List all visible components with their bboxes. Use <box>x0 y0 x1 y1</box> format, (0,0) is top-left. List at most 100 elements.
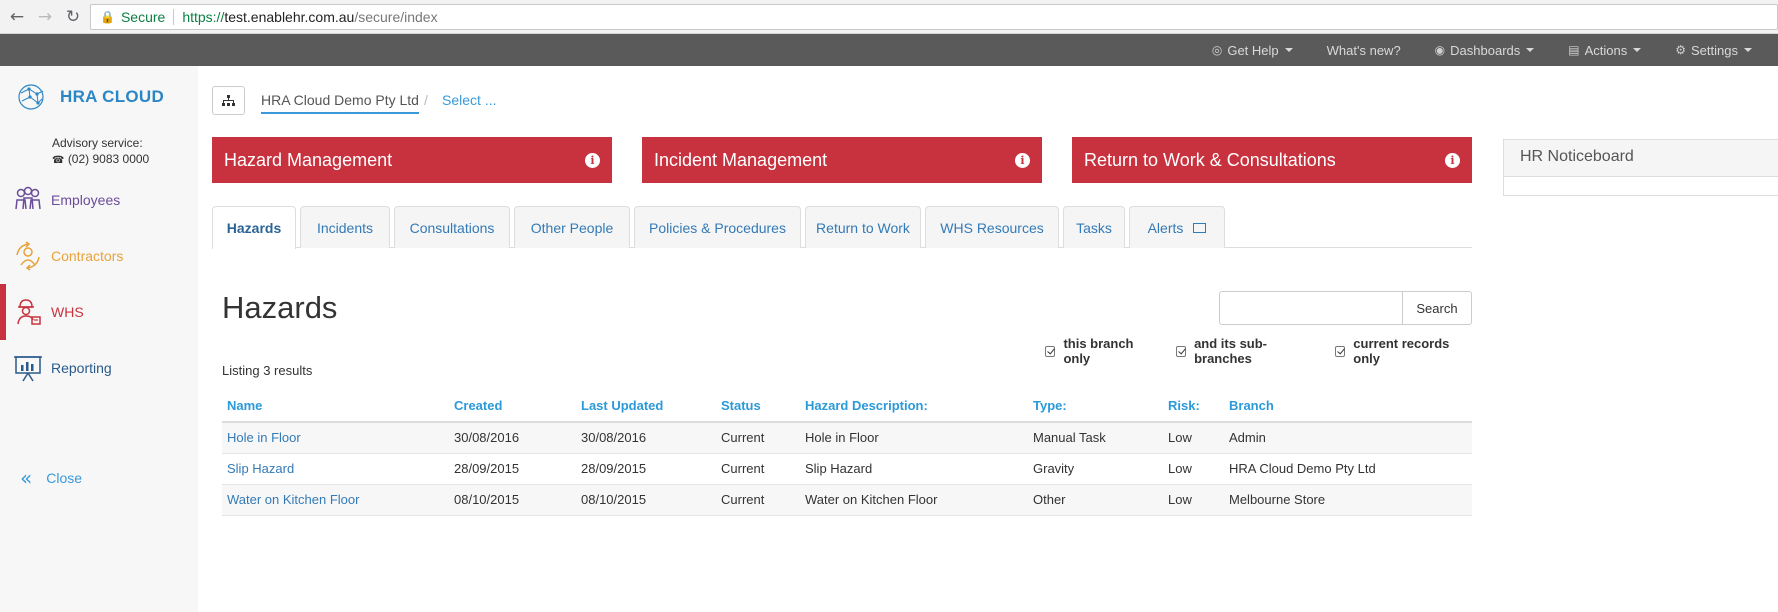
cell-status: Current <box>716 453 800 485</box>
module-hazard-management[interactable]: Hazard Management i <box>212 137 612 183</box>
column-header-description[interactable]: Hazard Description: <box>800 389 1028 423</box>
cell-updated: 30/08/2016 <box>576 422 716 454</box>
info-icon[interactable]: i <box>585 152 600 168</box>
hazard-name-link[interactable]: Slip Hazard <box>222 453 449 485</box>
tab-whs-resources[interactable]: WHS Resources <box>925 206 1059 248</box>
close-label: Close <box>46 470 83 486</box>
info-icon[interactable]: i <box>1015 152 1030 168</box>
reporting-icon <box>14 356 42 382</box>
module-return-to-work[interactable]: Return to Work & Consultations i <box>1072 137 1472 183</box>
hazard-name-link[interactable]: Hole in Floor <box>222 422 449 454</box>
filter-sub-branches[interactable]: and its sub-branches <box>1175 336 1317 366</box>
address-bar[interactable]: 🔒 Secure https://test.enablehr.com.au/se… <box>90 4 1778 30</box>
settings-menu[interactable]: ⚙ Settings <box>1675 43 1752 58</box>
sidebar: HRA CLOUD Advisory service: ☎ (02) 9083 … <box>0 66 198 612</box>
breadcrumb-separator: / <box>424 92 428 108</box>
cell-created: 28/09/2015 <box>449 453 576 485</box>
cell-created: 08/10/2015 <box>449 484 576 516</box>
sidebar-item-whs[interactable]: WHS <box>0 284 198 340</box>
top-navigation: ◎ Get Help What's new? ◉ Dashboards ▤ Ac… <box>0 34 1778 66</box>
globe-logo-icon <box>18 84 44 110</box>
tab-other-people[interactable]: Other People <box>514 206 630 248</box>
tab-return-to-work[interactable]: Return to Work <box>805 206 921 248</box>
sidebar-close-button[interactable]: « Close <box>0 450 198 506</box>
column-header-updated[interactable]: Last Updated <box>576 389 716 423</box>
cell-type: Manual Task <box>1028 422 1163 454</box>
advisory-label: Advisory service: <box>52 136 143 150</box>
actions-label: Actions <box>1584 42 1628 58</box>
list-icon: ▤ <box>1568 43 1580 57</box>
checkbox-checked-icon[interactable] <box>1334 345 1346 357</box>
cell-type: Gravity <box>1028 453 1163 485</box>
cell-description: Water on Kitchen Floor <box>800 484 1028 516</box>
sidebar-item-contractors[interactable]: Contractors <box>0 228 198 284</box>
module-label: Incident Management <box>654 149 828 170</box>
column-header-status[interactable]: Status <box>716 389 800 423</box>
cell-updated: 28/09/2015 <box>576 453 716 485</box>
cell-description: Hole in Floor <box>800 422 1028 454</box>
search-button[interactable]: Search <box>1402 291 1472 325</box>
dashboards-menu[interactable]: ◉ Dashboards <box>1435 43 1535 58</box>
reload-icon[interactable]: ↻ <box>62 6 84 28</box>
tab-label: WHS Resources <box>940 219 1044 236</box>
whats-new-link[interactable]: What's new? <box>1327 43 1401 58</box>
column-header-branch[interactable]: Branch <box>1224 389 1472 423</box>
filter-label: current records only <box>1353 336 1450 366</box>
secure-label: Secure <box>120 9 166 25</box>
tab-label: Incidents <box>316 219 374 236</box>
org-chart-button[interactable] <box>212 86 245 115</box>
arrow-left-icon[interactable]: ← <box>6 6 28 28</box>
contractors-icon <box>16 241 40 271</box>
cell-created: 30/08/2016 <box>449 422 576 454</box>
hra-cloud-logo[interactable]: HRA CLOUD <box>16 82 164 112</box>
cell-risk: Low <box>1163 453 1224 485</box>
settings-label: Settings <box>1691 42 1738 58</box>
checkbox-checked-icon[interactable] <box>1045 345 1056 357</box>
filter-branch-only[interactable]: this branch only <box>1045 336 1158 366</box>
filter-current-only[interactable]: current records only <box>1334 336 1472 366</box>
column-header-risk[interactable]: Risk: <box>1163 389 1224 423</box>
cell-branch: HRA Cloud Demo Pty Ltd <box>1224 453 1472 485</box>
info-icon[interactable]: i <box>1445 152 1460 168</box>
cell-risk: Low <box>1163 422 1224 454</box>
table-header-row: Name Created Last Updated Status Hazard … <box>222 389 1472 423</box>
cell-updated: 08/10/2015 <box>576 484 716 516</box>
sidebar-item-label: Reporting <box>51 360 112 376</box>
tab-hazards[interactable]: Hazards <box>212 206 296 249</box>
whs-icon <box>17 299 41 325</box>
sidebar-item-reporting[interactable]: Reporting <box>0 340 198 396</box>
get-help-menu[interactable]: ◎ Get Help <box>1212 43 1293 58</box>
cell-branch: Admin <box>1224 422 1472 454</box>
tab-label: Return to Work <box>816 219 910 236</box>
module-incident-management[interactable]: Incident Management i <box>642 137 1042 183</box>
envelope-icon <box>1193 222 1207 233</box>
column-header-name[interactable]: Name <box>222 389 449 423</box>
lifebuoy-icon: ◎ <box>1211 43 1223 57</box>
sidebar-item-employees[interactable]: Employees <box>0 172 198 228</box>
tab-tasks[interactable]: Tasks <box>1063 206 1125 248</box>
chevron-down-icon <box>1744 48 1752 52</box>
checkbox-checked-icon[interactable] <box>1175 345 1187 357</box>
tab-alerts[interactable]: Alerts <box>1129 206 1225 248</box>
cell-status: Current <box>716 484 800 516</box>
hazard-name-link[interactable]: Water on Kitchen Floor <box>222 484 449 516</box>
sidebar-item-label: Employees <box>51 192 121 208</box>
breadcrumb-company[interactable]: HRA Cloud Demo Pty Ltd <box>261 92 419 114</box>
column-header-created[interactable]: Created <box>449 389 576 423</box>
tab-incidents[interactable]: Incidents <box>300 206 390 248</box>
logo-text: HRA CLOUD <box>60 87 165 106</box>
tab-policies-procedures[interactable]: Policies & Procedures <box>634 206 801 248</box>
table-row: Slip Hazard 28/09/2015 28/09/2015 Curren… <box>222 453 1472 485</box>
employees-icon <box>15 186 41 210</box>
column-header-type[interactable]: Type: <box>1028 389 1163 423</box>
search-input[interactable] <box>1219 291 1403 325</box>
tab-consultations[interactable]: Consultations <box>394 206 510 248</box>
cell-risk: Low <box>1163 484 1224 516</box>
gear-icon: ⚙ <box>1675 43 1687 57</box>
sitemap-icon <box>222 95 235 106</box>
actions-menu[interactable]: ▤ Actions <box>1568 42 1642 58</box>
tab-label: Other People <box>530 219 614 236</box>
get-help-label: Get Help <box>1227 42 1279 58</box>
arrow-right-icon[interactable]: → <box>34 6 56 28</box>
breadcrumb-select-branch[interactable]: Select ... <box>442 92 496 108</box>
